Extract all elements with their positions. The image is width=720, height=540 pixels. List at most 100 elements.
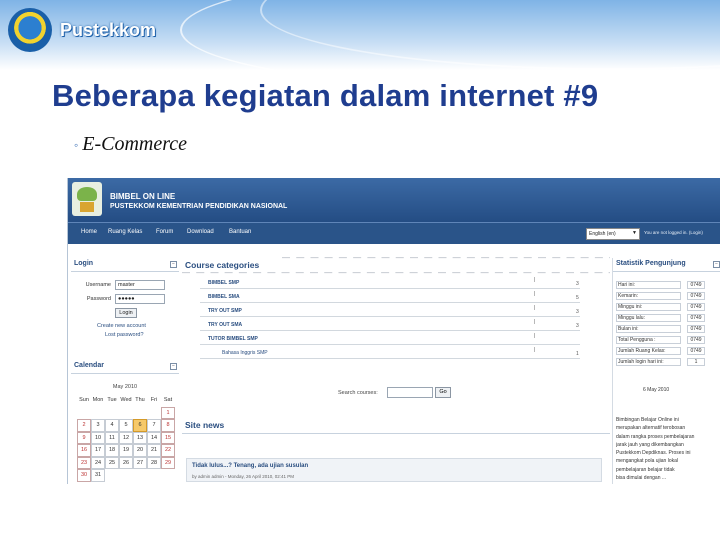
calendar-day[interactable]: 11 bbox=[105, 431, 119, 444]
calendar-body: May 2010 Sun Mon Tue Wed Thu Fri Sat 123… bbox=[71, 360, 179, 484]
statistik-title: Statistik Pengunjung bbox=[616, 260, 686, 267]
course-category-link[interactable]: BIMBEL SMA bbox=[208, 294, 240, 300]
statistik-header: Statistik Pengunjung − bbox=[613, 258, 720, 272]
lost-password-link[interactable]: Lost password? bbox=[105, 332, 144, 338]
calendar-day[interactable]: 15 bbox=[161, 431, 175, 444]
center-column: Course categories — — — — — — — — — — — … bbox=[182, 255, 610, 484]
calendar-empty-cell bbox=[133, 469, 147, 482]
site-navigation: Home Ruang Kelas Forum Download Bantuan … bbox=[68, 222, 720, 244]
calendar-day[interactable]: 25 bbox=[105, 456, 119, 469]
course-category-link[interactable]: BIMBEL SMP bbox=[208, 280, 239, 286]
website-screenshot: BIMBEL ON LINE PUSTEKKOM KEMENTRIAN PEND… bbox=[67, 178, 720, 484]
calendar-day[interactable]: 16 bbox=[77, 444, 91, 457]
nav-download[interactable]: Download bbox=[187, 229, 214, 235]
site-news-header: Site news bbox=[182, 418, 610, 434]
calendar-day[interactable]: 19 bbox=[119, 444, 133, 457]
course-category-link[interactable]: Bahasa Inggris SMP bbox=[222, 350, 268, 356]
category-separator-icon: | bbox=[534, 277, 536, 283]
nav-bantuan[interactable]: Bantuan bbox=[229, 229, 251, 235]
calendar-day[interactable]: 26 bbox=[119, 456, 133, 469]
calendar-day[interactable]: 17 bbox=[91, 444, 105, 457]
statistik-value: 0749 bbox=[687, 292, 705, 300]
bullet-text: E-Commerce bbox=[82, 133, 188, 155]
calendar-day[interactable]: 20 bbox=[133, 444, 147, 457]
calendar-week-row: 2345678 bbox=[77, 419, 177, 432]
calendar-day[interactable]: 29 bbox=[161, 456, 175, 469]
calendar-empty-cell bbox=[105, 407, 119, 420]
statistik-row: Jumlah login hari ini: 1 bbox=[615, 357, 720, 366]
minimize-icon[interactable]: − bbox=[713, 261, 720, 268]
calendar-week-row: 16 17 18 19 20 21 22 bbox=[77, 444, 177, 457]
calendar-day[interactable]: 12 bbox=[119, 431, 133, 444]
course-count: 3 bbox=[576, 309, 579, 315]
course-category-link[interactable]: TRY OUT SMA bbox=[208, 322, 242, 328]
language-select[interactable]: English (en) ▼ bbox=[586, 228, 640, 240]
calendar-day[interactable]: 24 bbox=[91, 456, 105, 469]
calendar-empty-cell bbox=[161, 469, 175, 482]
course-count: 3 bbox=[576, 323, 579, 329]
statistik-label: Kemarin: bbox=[616, 292, 681, 300]
calendar-day[interactable]: 3 bbox=[91, 419, 105, 432]
statistik-value: 0749 bbox=[687, 325, 705, 333]
calendar-day[interactable]: 22 bbox=[161, 444, 175, 457]
statistik-label: Jumlah login hari ini: bbox=[616, 358, 681, 366]
calendar-day[interactable]: 10 bbox=[91, 431, 105, 444]
site-news-title: Site news bbox=[185, 420, 225, 430]
login-status[interactable]: You are not logged in. (Login) bbox=[644, 230, 703, 235]
calendar-day[interactable]: 2 bbox=[77, 419, 91, 432]
slide-title: Beberapa kegiatan dalam internet #9 bbox=[52, 78, 599, 113]
course-count: 1 bbox=[576, 351, 579, 357]
calendar-day[interactable]: 30 bbox=[77, 469, 91, 482]
username-label: Username bbox=[85, 282, 111, 288]
info-text: Bimbingan Belajar Online ini merupakan al… bbox=[616, 416, 720, 482]
username-field[interactable]: master bbox=[115, 280, 165, 290]
statistik-label: Hari ini: bbox=[616, 281, 681, 289]
course-category-link[interactable]: TUTOR BIMBEL SMP bbox=[208, 336, 258, 342]
nav-ruang-kelas[interactable]: Ruang Kelas bbox=[108, 229, 142, 235]
info-text-line: merupakan alternatif terobosan bbox=[616, 425, 686, 432]
info-text-line: bisa dimulai dengan ... bbox=[616, 475, 667, 482]
news-item: Tidak lulus...? Tenang, ada ujian susula… bbox=[186, 458, 602, 482]
search-courses-input[interactable] bbox=[387, 387, 433, 398]
dashed-divider: — — — — — — — — — — — — — — — — — — — — … bbox=[182, 270, 610, 277]
calendar-empty-cell bbox=[133, 407, 147, 420]
calendar-day[interactable]: 5 bbox=[119, 419, 133, 432]
nav-forum[interactable]: Forum bbox=[156, 229, 173, 235]
calendar-day[interactable]: 6 bbox=[133, 419, 147, 432]
calendar-day[interactable]: 23 bbox=[77, 456, 91, 469]
calendar-grid: Sun Mon Tue Wed Thu Fri Sat 1 2 3 4 5 6 7 8 9 10 1… bbox=[77, 394, 177, 482]
news-meta: by admin admin - Monday, 26 April 2010, … bbox=[192, 474, 294, 479]
create-account-link[interactable]: Create new account bbox=[97, 323, 146, 329]
calendar-empty-cell bbox=[77, 407, 91, 420]
minimize-icon[interactable]: − bbox=[170, 261, 177, 268]
calendar-day[interactable]: 18 bbox=[105, 444, 119, 457]
search-go-button[interactable]: Go bbox=[435, 387, 451, 398]
calendar-day[interactable]: 28 bbox=[147, 456, 161, 469]
site-name: BIMBEL ON LINE bbox=[110, 192, 176, 201]
calendar-day[interactable]: 21 bbox=[147, 444, 161, 457]
calendar-day[interactable]: 14 bbox=[147, 431, 161, 444]
calendar-day[interactable]: 8 bbox=[161, 419, 175, 432]
weekday-wed: Wed bbox=[120, 397, 132, 403]
calendar-weeks: 1 2 3 4 5 6 7 8 9 10 11 12 13 14 15 16 17 18 19 20 21 22 23 24 2… bbox=[77, 406, 177, 482]
calendar-day[interactable]: 9 bbox=[77, 431, 91, 444]
weekday-fri: Fri bbox=[150, 397, 158, 403]
calendar-day[interactable]: 27 bbox=[133, 456, 147, 469]
calendar-day[interactable]: 31 bbox=[91, 469, 105, 482]
calendar-week-row: 30 31 bbox=[77, 469, 177, 482]
nav-home[interactable]: Home bbox=[81, 229, 97, 235]
calendar-day[interactable]: 13 bbox=[133, 431, 147, 444]
news-headline[interactable]: Tidak lulus...? Tenang, ada ujian susula… bbox=[192, 463, 308, 469]
info-text-line: dalam rangka proses pembelajaran bbox=[616, 433, 695, 440]
course-category-link[interactable]: TRY OUT SMP bbox=[208, 308, 242, 314]
statistik-value: 0749 bbox=[687, 336, 705, 344]
login-button[interactable]: Login bbox=[115, 308, 137, 318]
calendar-day[interactable]: 4 bbox=[105, 419, 119, 432]
statistik-value: 1 bbox=[687, 358, 705, 366]
calendar-day[interactable]: 1 bbox=[161, 406, 175, 419]
language-select-value: English (en) bbox=[589, 231, 616, 237]
pustekkom-emblem-icon bbox=[8, 8, 52, 52]
password-field[interactable]: ●●●●● bbox=[115, 294, 165, 304]
statistik-value: 0749 bbox=[687, 347, 705, 355]
calendar-day[interactable]: 7 bbox=[147, 419, 161, 432]
